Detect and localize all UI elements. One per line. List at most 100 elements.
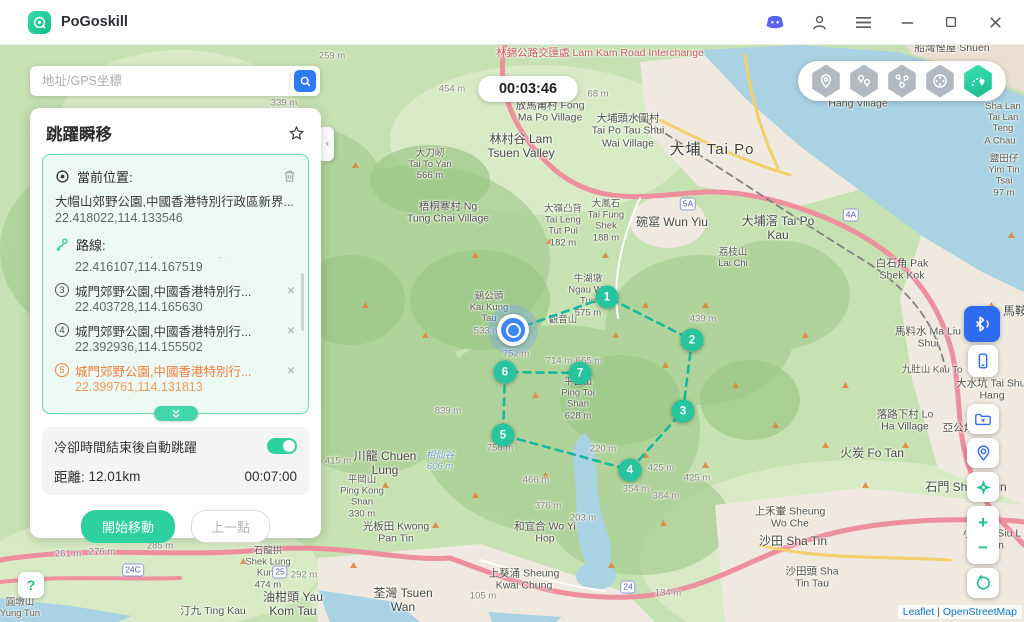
teleport-mode-button[interactable] [811, 65, 841, 98]
zoom-out-button[interactable]: − [978, 539, 988, 556]
search-input[interactable] [40, 73, 289, 89]
close-button[interactable] [984, 11, 1006, 33]
leaflet-link[interactable]: Leaflet [903, 606, 935, 618]
map-attribution: Leaflet | OpenStreetMap [898, 605, 1022, 619]
cooldown-timer-pill: 00:03:46 [478, 76, 578, 102]
player-location-marker[interactable] [488, 305, 538, 355]
route-point-item[interactable]: 3城門郊野公園,中國香港特別行...×22.403728,114.165630 [55, 282, 298, 316]
route-point-name: 城門郊野公園,中國香港特別行... [75, 361, 278, 380]
bluetooth-button[interactable] [964, 306, 1000, 342]
route-info-box: 當前位置: 大帽山郊野公園,中國香港特別行政區新界... 22.418022,1… [42, 154, 309, 414]
chevron-left-icon: ‹ [326, 138, 330, 150]
route-point-coords: 22.392936,114.155502 [75, 340, 298, 356]
title-bar: PoGoskill [0, 0, 1024, 45]
previous-point-button[interactable]: 上一點 [191, 510, 270, 543]
jump-teleport-panel: 跳躍瞬移 當前位置: 大帽山郊野公園,中國香港特別行政區新界... 22.418… [30, 108, 321, 538]
panel-buttons: 開始移動 上一點 [30, 510, 321, 543]
undo-button[interactable] [967, 568, 999, 598]
expand-route-list-button[interactable] [154, 406, 198, 421]
search-button[interactable] [294, 70, 316, 92]
account-button[interactable] [808, 11, 830, 33]
remove-route-point-button[interactable]: × [284, 363, 298, 377]
zoom-controls: + − [967, 506, 999, 564]
route-label: 路線: [76, 235, 106, 254]
auto-jump-row: 冷卻時間結束後自動跳躍 [54, 437, 297, 455]
two-spot-route-mode-button[interactable] [849, 65, 879, 98]
current-location-label: 當前位置: [77, 167, 133, 186]
route-marker-4[interactable]: 4 [619, 459, 642, 482]
maximize-button[interactable] [940, 11, 962, 33]
saved-locations-button[interactable] [967, 438, 999, 468]
openstreetmap-link[interactable]: OpenStreetMap [943, 606, 1017, 618]
discord-button[interactable] [764, 11, 786, 33]
route-point-item[interactable]: 2城門郊野公園,中國香港特別行...×22.416107,114.167519 [55, 257, 298, 276]
crosshair-icon [974, 478, 993, 497]
favorite-route-button[interactable] [288, 125, 305, 142]
star-icon [288, 125, 305, 142]
multi-spot-route-mode-button[interactable] [887, 65, 917, 98]
folder-star-icon [973, 410, 993, 428]
route-header: 路線: [55, 235, 298, 253]
route-points-list[interactable]: 2城門郊野公園,中國香港特別行...×22.416107,114.167519 3… [55, 257, 298, 407]
search-icon [299, 75, 312, 88]
distance-value: 12.01km [89, 469, 141, 484]
route-icon [55, 237, 70, 252]
current-location-coords: 22.418022,114.133546 [55, 211, 298, 227]
center-location-button[interactable] [967, 472, 999, 502]
hamburger-icon [854, 15, 873, 30]
route-point-coords: 22.403728,114.165630 [75, 300, 298, 316]
search-divider [289, 73, 290, 90]
bluetooth-icon [971, 313, 993, 335]
address-search-bar [30, 66, 320, 96]
remove-route-point-button[interactable]: × [284, 323, 298, 337]
minimize-button[interactable] [896, 11, 918, 33]
route-marker-1[interactable]: 1 [596, 286, 619, 309]
route-marker-2[interactable]: 2 [681, 329, 704, 352]
panel-collapse-button[interactable]: ‹ [321, 127, 334, 161]
undo-icon [974, 574, 992, 592]
auto-jump-settings: 冷卻時間結束後自動跳躍 距離: 12.01km 00:07:00 [42, 427, 309, 495]
device-button[interactable] [968, 345, 998, 377]
auto-jump-toggle[interactable] [267, 438, 297, 454]
discord-icon [765, 14, 785, 30]
joystick-icon [932, 73, 948, 89]
route-marker-7[interactable]: 7 [569, 362, 592, 385]
distance-row: 距離: 12.01km 00:07:00 [54, 467, 297, 485]
minimize-icon [900, 15, 915, 30]
delete-route-button[interactable] [283, 169, 296, 183]
menu-button[interactable] [852, 11, 874, 33]
pogoskill-logo-icon [32, 15, 47, 30]
joystick-mode-button[interactable] [925, 65, 955, 98]
question-mark-icon: ? [27, 577, 36, 593]
close-icon [988, 15, 1003, 30]
route-marker-6[interactable]: 6 [494, 361, 517, 384]
phone-icon [973, 351, 993, 371]
current-location-address: 大帽山郊野公園,中國香港特別行政區新界... [55, 191, 298, 207]
favorites-folder-button[interactable] [967, 404, 999, 434]
app-logo [28, 11, 51, 34]
person-icon [810, 13, 829, 32]
route-point-item[interactable]: 4 城門郊野公園,中國香港特別行... × 22.392936,114.155502 [55, 322, 298, 356]
maximize-icon [944, 15, 958, 29]
attribution-separator: | [937, 606, 940, 618]
route-point-number: 4 [55, 323, 69, 337]
pin-icon [818, 73, 834, 89]
route-point-item[interactable]: 5 城門郊野公園,中國香港特別行... × 22.399761,114.131813 [55, 362, 298, 396]
route-point-coords: 22.399761,114.131813 [75, 380, 298, 396]
route-marker-5[interactable]: 5 [492, 424, 515, 447]
route-list-scrollbar[interactable] [301, 273, 304, 331]
panel-header: 跳躍瞬移 [30, 108, 321, 154]
auto-jump-label: 冷卻時間結束後自動跳躍 [54, 437, 197, 456]
help-button[interactable]: ? [18, 572, 44, 598]
app-title: PoGoskill [61, 14, 128, 30]
route-point-name: 城門郊野公園,中國香港特別行... [75, 321, 278, 340]
jump-teleport-mode-button[interactable] [963, 65, 993, 98]
route-point-number: 5 [55, 363, 69, 377]
start-move-button[interactable]: 開始移動 [81, 510, 175, 543]
route-marker-3[interactable]: 3 [672, 400, 695, 423]
route-point-number: 3 [55, 283, 69, 297]
zoom-in-button[interactable]: + [978, 514, 988, 531]
window-controls [764, 11, 1006, 33]
panel-title: 跳躍瞬移 [46, 121, 112, 145]
remove-route-point-button[interactable]: × [284, 283, 298, 297]
